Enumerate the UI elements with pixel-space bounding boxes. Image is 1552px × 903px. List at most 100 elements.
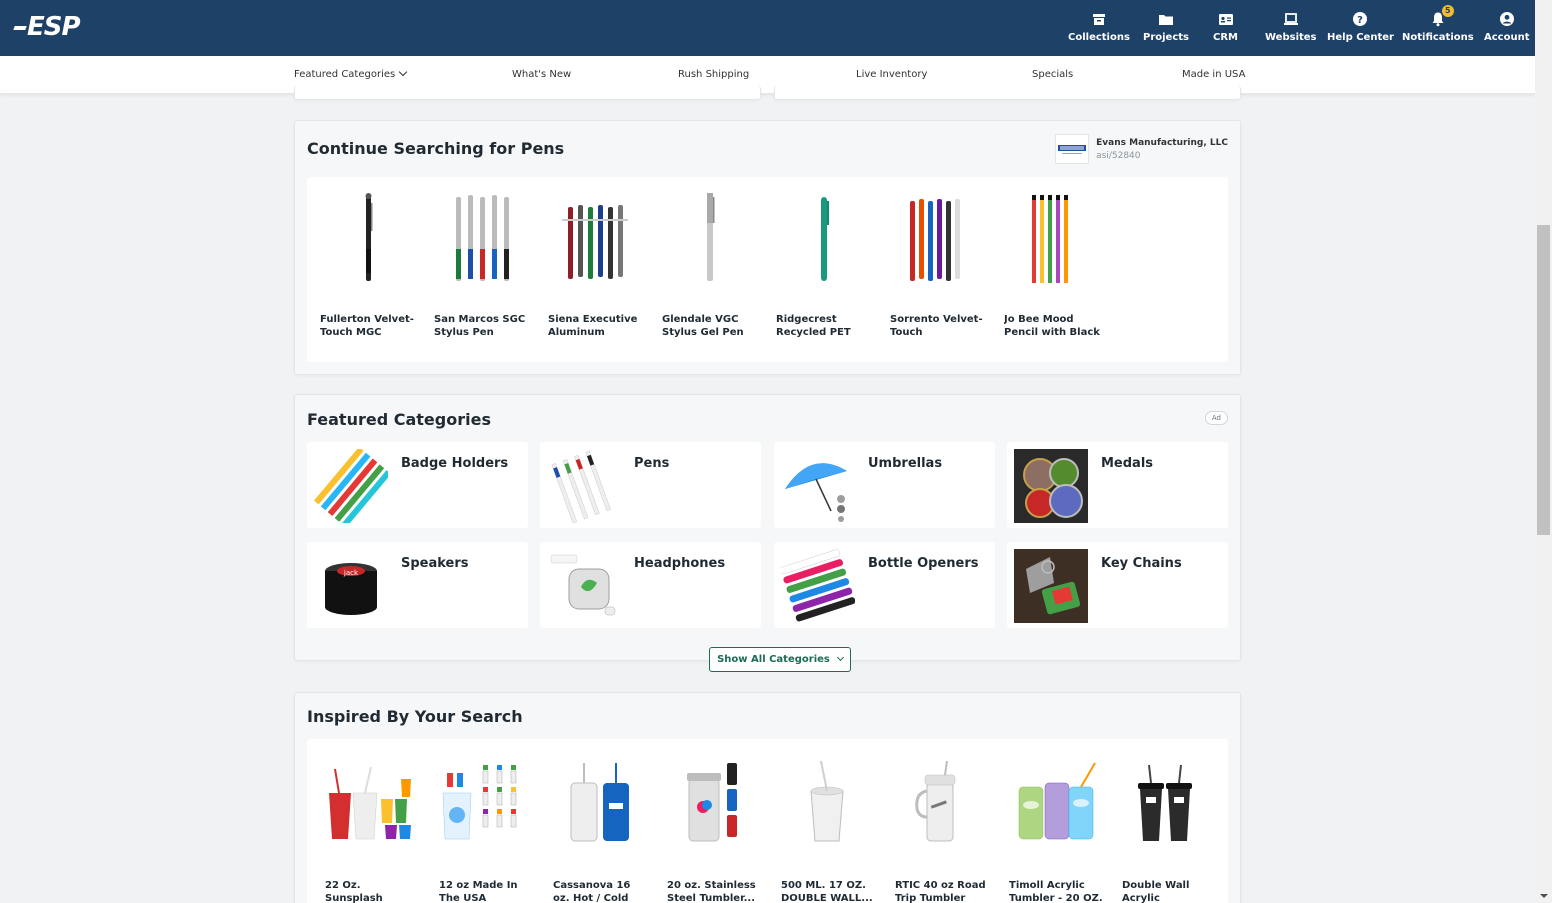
product-name: Sorrento Velvet-Touch Aluminum... — [890, 314, 983, 338]
top-bar: ESP Collections Projects CRM Websites ? … — [0, 0, 1535, 56]
product-name: 20 oz. Stainless Steel Tumbler... — [667, 880, 756, 903]
product-name: San Marcos SGC Stylus Pen — [434, 314, 526, 338]
category-image — [1014, 449, 1088, 523]
product-card[interactable]: 12 oz Made In The USA Tumbler w... — [439, 753, 535, 903]
svg-text:jack: jack — [343, 569, 359, 577]
nav-collections-label: Collections — [1068, 32, 1130, 43]
category-badge-holders[interactable]: Badge Holders — [307, 442, 528, 528]
account-icon — [1499, 11, 1515, 27]
category-medals[interactable]: Medals — [1007, 442, 1228, 528]
product-image — [320, 189, 416, 289]
product-card[interactable]: 22 Oz. Sunsplash Single Wall... — [325, 753, 421, 903]
page-scrollbar[interactable] — [1535, 0, 1552, 903]
product-card[interactable]: Sorrento Velvet-Touch Aluminum... — [890, 189, 986, 339]
scrollbar-thumb[interactable] — [1537, 225, 1550, 535]
product-card[interactable]: Siena Executive Aluminum Spinne... — [548, 189, 644, 339]
scroll-down-arrow-icon[interactable] — [1540, 894, 1548, 898]
product-image — [439, 753, 535, 853]
category-image — [547, 449, 621, 524]
product-name: Timoll Acrylic Tumbler - 20 OZ. — [1009, 880, 1103, 903]
category-image — [313, 446, 392, 528]
chevron-down-icon — [836, 653, 844, 662]
supplier-info[interactable]: Evans Manufacturing, LLC asi/52840 — [1055, 134, 1228, 164]
nav-help-center[interactable]: ? Help Center — [1327, 0, 1394, 56]
continue-searching-title: Continue Searching for Pens — [307, 139, 565, 158]
category-bottle-openers[interactable]: Bottle Openers — [774, 542, 995, 628]
subnav-live-inventory[interactable]: Live Inventory — [856, 69, 927, 80]
subnav-featured-categories[interactable]: Featured Categories — [294, 67, 408, 80]
product-name: Cassanova 16 oz. Hot / Cold AS... — [553, 880, 631, 903]
category-subnav: Featured Categories What's New Rush Ship… — [0, 56, 1535, 94]
product-name: Jo Bee Mood Pencil with Black eraser — [1004, 314, 1100, 338]
product-image — [325, 753, 421, 853]
product-name: 500 ML. 17 OZ. DOUBLE WALL... — [781, 880, 873, 903]
product-image — [890, 189, 986, 289]
product-card[interactable]: 500 ML. 17 OZ. DOUBLE WALL... — [781, 753, 877, 903]
product-image — [553, 753, 649, 853]
contact-card-icon — [1218, 11, 1234, 27]
esp-logo[interactable]: ESP — [13, 12, 81, 42]
product-card[interactable]: Fullerton Velvet-Touch MGC Spin... — [320, 189, 416, 339]
show-all-categories-button[interactable]: Show All Categories — [709, 647, 851, 672]
featured-categories-title: Featured Categories — [307, 410, 491, 429]
category-label: Key Chains — [1101, 556, 1182, 571]
subnav-rush-shipping[interactable]: Rush Shipping — [678, 69, 749, 80]
category-key-chains[interactable]: Key Chains — [1007, 542, 1228, 628]
subnav-whats-new[interactable]: What's New — [512, 69, 571, 80]
category-label: Umbrellas — [868, 456, 943, 471]
category-image — [1014, 549, 1088, 623]
inspired-by-search-section: Inspired By Your Search 22 Oz. Sunsplash… — [294, 692, 1241, 903]
category-image — [547, 549, 621, 623]
product-card[interactable]: Ridgecrest Recycled PET Pen — [776, 189, 872, 339]
ad-label: Ad — [1204, 411, 1228, 425]
nav-collections[interactable]: Collections — [1068, 0, 1130, 56]
product-card[interactable]: RTIC 40 oz Road Trip Tumbler — [895, 753, 991, 903]
category-pens[interactable]: Pens — [540, 442, 761, 528]
nav-notifications-label: Notifications — [1402, 32, 1474, 43]
product-card[interactable]: 20 oz. Stainless Steel Tumbler... — [667, 753, 763, 903]
category-umbrellas[interactable]: Umbrellas — [774, 442, 995, 528]
product-image — [548, 189, 644, 289]
product-name: Siena Executive Aluminum Spinne... — [548, 314, 638, 338]
product-image — [662, 189, 758, 289]
product-name: Glendale VGC Stylus Gel Pen — [662, 314, 744, 338]
subnav-made-in-usa[interactable]: Made in USA — [1182, 69, 1245, 80]
product-card[interactable]: Timoll Acrylic Tumbler - 20 OZ. — [1009, 753, 1105, 903]
category-label: Pens — [634, 456, 670, 471]
product-image — [781, 753, 877, 853]
notification-badge: 5 — [1441, 5, 1454, 17]
product-image — [776, 189, 872, 289]
product-image — [1004, 189, 1100, 289]
collections-icon — [1091, 11, 1107, 27]
category-headphones[interactable]: Headphones — [540, 542, 761, 628]
nav-projects[interactable]: Projects — [1143, 0, 1189, 56]
nav-crm[interactable]: CRM — [1213, 0, 1238, 56]
pen-products-row: Fullerton Velvet-Touch MGC Spin... San M… — [307, 177, 1228, 362]
supplier-name: Evans Manufacturing, LLC — [1096, 137, 1228, 148]
product-card[interactable]: San Marcos SGC Stylus Pen — [434, 189, 530, 339]
product-card[interactable]: Cassanova 16 oz. Hot / Cold AS... — [553, 753, 649, 903]
product-card[interactable]: Glendale VGC Stylus Gel Pen — [662, 189, 758, 339]
category-speakers[interactable]: jack Speakers — [307, 542, 528, 628]
nav-projects-label: Projects — [1143, 32, 1190, 43]
product-image — [434, 189, 530, 289]
previous-card-right — [774, 86, 1241, 100]
category-label: Headphones — [634, 556, 726, 571]
nav-websites-label: Websites — [1265, 32, 1317, 43]
nav-help-center-label: Help Center — [1327, 32, 1394, 43]
supplier-logo — [1055, 134, 1090, 164]
show-all-categories-label: Show All Categories — [717, 654, 830, 665]
nav-crm-label: CRM — [1213, 32, 1238, 43]
folder-icon — [1158, 11, 1174, 27]
category-label: Bottle Openers — [868, 556, 979, 571]
laptop-icon — [1283, 11, 1299, 27]
subnav-specials[interactable]: Specials — [1032, 69, 1073, 80]
nav-notifications[interactable]: 5 Notifications — [1402, 0, 1474, 56]
product-card[interactable]: Jo Bee Mood Pencil with Black eraser — [1004, 189, 1100, 339]
chevron-down-icon — [398, 67, 408, 77]
nav-websites[interactable]: Websites — [1265, 0, 1317, 56]
bell-icon: 5 — [1430, 5, 1454, 27]
nav-account[interactable]: Account — [1484, 0, 1529, 56]
category-image — [780, 549, 856, 623]
product-card[interactable]: Double Wall Acrylic Tumbler... — [1122, 753, 1218, 903]
